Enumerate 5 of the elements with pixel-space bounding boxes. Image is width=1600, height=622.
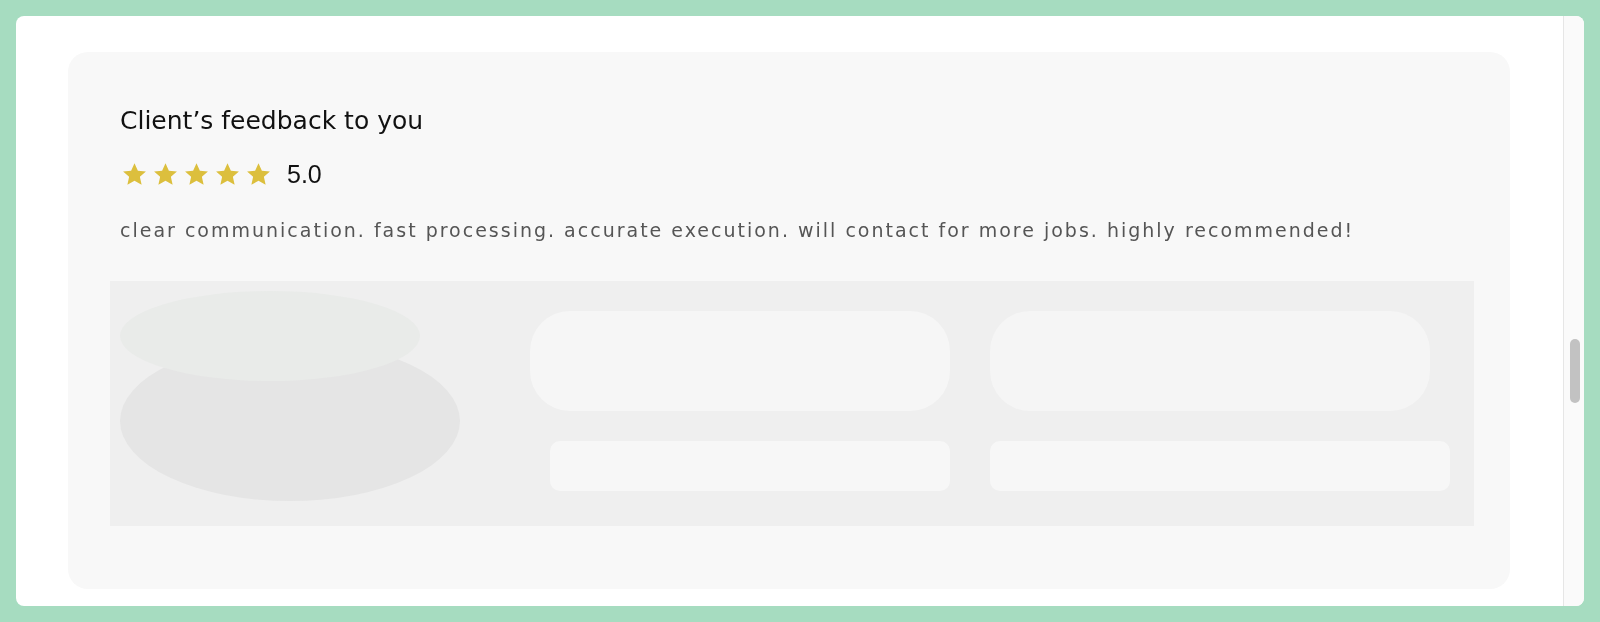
scrollbar-thumb[interactable]: [1570, 339, 1580, 403]
feedback-comment: clear communication. fast processing. accurate execution. will contact for more jobs. highly recommended!: [120, 219, 1356, 241]
scrollbar-track[interactable]: [1563, 16, 1584, 606]
feedback-title: Client’s feedback to you: [120, 106, 425, 136]
rating-value: 5.0: [287, 160, 322, 189]
